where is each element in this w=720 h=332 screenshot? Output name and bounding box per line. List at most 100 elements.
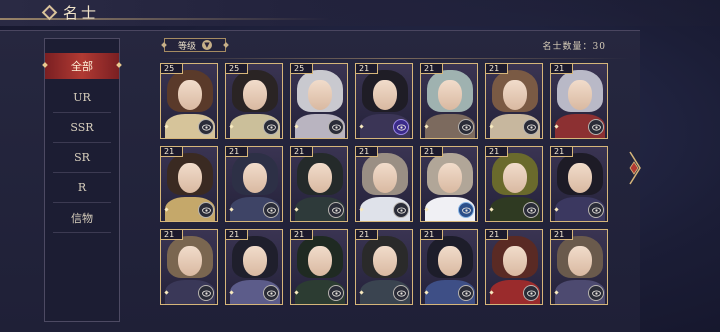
eye-icon[interactable] — [588, 119, 604, 135]
hero-card[interactable]: 21 — [290, 146, 348, 222]
eye-icon[interactable] — [328, 285, 344, 301]
hero-card[interactable]: 21 — [225, 229, 283, 305]
page-title: 名士 — [63, 4, 100, 22]
hero-card[interactable]: 25 — [290, 63, 348, 139]
diamond-icon — [41, 4, 58, 21]
chevron-down-icon: ▼ — [202, 40, 212, 50]
hero-card[interactable]: 21 — [355, 146, 413, 222]
level-badge: 21 — [356, 64, 378, 74]
eye-icon[interactable] — [458, 285, 474, 301]
level-badge: 25 — [291, 64, 313, 74]
hero-card[interactable]: 21 — [420, 146, 478, 222]
portrait-face — [178, 163, 202, 193]
eye-icon[interactable] — [393, 119, 409, 135]
hero-card[interactable]: 21 — [485, 229, 543, 305]
eye-icon[interactable] — [458, 119, 474, 135]
sidebar-item-all[interactable]: 全部 — [45, 53, 119, 79]
hero-card-grid: 25 25 25 21 21 21 21 21 21 21 21 21 21 21 21 21 21 21 21 21… — [160, 63, 608, 305]
level-badge: 21 — [356, 147, 378, 157]
portrait-face — [373, 80, 397, 110]
hero-card[interactable]: 21 — [355, 229, 413, 305]
hero-card[interactable]: 25 — [225, 63, 283, 139]
level-badge: 21 — [421, 64, 443, 74]
level-badge: 21 — [551, 147, 573, 157]
hero-count: 名士数量：30 — [542, 42, 606, 52]
hero-card[interactable]: 21 — [550, 229, 608, 305]
level-badge: 21 — [486, 230, 508, 240]
level-badge: 21 — [291, 147, 313, 157]
hero-card[interactable]: 21 — [550, 146, 608, 222]
sidebar-item-label: 全部 — [71, 60, 93, 73]
portrait-face — [243, 163, 267, 193]
sidebar-item-sr[interactable]: SR — [53, 143, 111, 173]
eye-icon[interactable] — [328, 119, 344, 135]
sidebar-item-label: R — [77, 181, 87, 194]
eye-icon[interactable] — [263, 202, 279, 218]
level-badge: 21 — [551, 230, 573, 240]
portrait-face — [308, 80, 332, 110]
rarity-sidebar: 全部 UR SSR SR R 信物 — [44, 38, 120, 322]
portrait-face — [178, 80, 202, 110]
eye-icon[interactable] — [328, 202, 344, 218]
eye-icon[interactable] — [458, 202, 474, 218]
eye-icon[interactable] — [198, 202, 214, 218]
eye-icon[interactable] — [588, 285, 604, 301]
hero-card[interactable]: 25 — [160, 63, 218, 139]
level-badge: 21 — [486, 64, 508, 74]
sidebar-item-ur[interactable]: UR — [53, 83, 111, 113]
level-badge: 21 — [486, 147, 508, 157]
hero-card[interactable]: 21 — [160, 146, 218, 222]
portrait-face — [308, 163, 332, 193]
hero-card[interactable]: 21 — [160, 229, 218, 305]
portrait-face — [568, 80, 592, 110]
sort-label: 等级 — [177, 41, 196, 52]
sidebar-item-token[interactable]: 信物 — [53, 203, 111, 233]
top-bar: 名士 — [0, 0, 720, 26]
eye-icon[interactable] — [523, 285, 539, 301]
eye-icon[interactable] — [588, 202, 604, 218]
hero-card[interactable]: 21 — [290, 229, 348, 305]
portrait-face — [243, 246, 267, 276]
next-page-arrow-icon[interactable] — [628, 150, 642, 186]
level-badge: 21 — [356, 230, 378, 240]
portrait-face — [503, 246, 527, 276]
portrait-face — [438, 163, 462, 193]
hero-card[interactable]: 21 — [485, 63, 543, 139]
portrait-face — [373, 163, 397, 193]
level-badge: 21 — [421, 147, 443, 157]
eye-icon[interactable] — [523, 202, 539, 218]
sidebar-item-label: UR — [73, 91, 91, 104]
sort-dropdown[interactable]: 等级 ▼ — [164, 38, 226, 52]
hero-card[interactable]: 21 — [420, 229, 478, 305]
sidebar-item-r[interactable]: R — [53, 173, 111, 203]
divider — [158, 58, 630, 59]
hero-card[interactable]: 21 — [225, 146, 283, 222]
portrait-face — [503, 163, 527, 193]
portrait-face — [308, 246, 332, 276]
portrait-face — [438, 80, 462, 110]
eye-icon[interactable] — [263, 119, 279, 135]
level-badge: 21 — [421, 230, 443, 240]
sidebar-item-label: 信物 — [71, 211, 93, 225]
level-badge: 21 — [551, 64, 573, 74]
level-badge: 21 — [161, 147, 183, 157]
hero-card[interactable]: 21 — [485, 146, 543, 222]
level-badge: 21 — [291, 230, 313, 240]
eye-icon[interactable] — [393, 202, 409, 218]
sidebar-item-label: SR — [74, 151, 90, 164]
sidebar-item-label: SSR — [70, 121, 94, 134]
eye-icon[interactable] — [393, 285, 409, 301]
portrait-face — [568, 246, 592, 276]
hero-card[interactable]: 21 — [550, 63, 608, 139]
title-group: 名士 — [41, 2, 100, 23]
sidebar-item-ssr[interactable]: SSR — [53, 113, 111, 143]
eye-icon[interactable] — [263, 285, 279, 301]
portrait-face — [568, 163, 592, 193]
hero-card[interactable]: 21 — [420, 63, 478, 139]
portrait-face — [373, 246, 397, 276]
eye-icon[interactable] — [523, 119, 539, 135]
hero-card[interactable]: 21 — [355, 63, 413, 139]
level-badge: 21 — [226, 147, 248, 157]
eye-icon[interactable] — [198, 119, 214, 135]
eye-icon[interactable] — [198, 285, 214, 301]
